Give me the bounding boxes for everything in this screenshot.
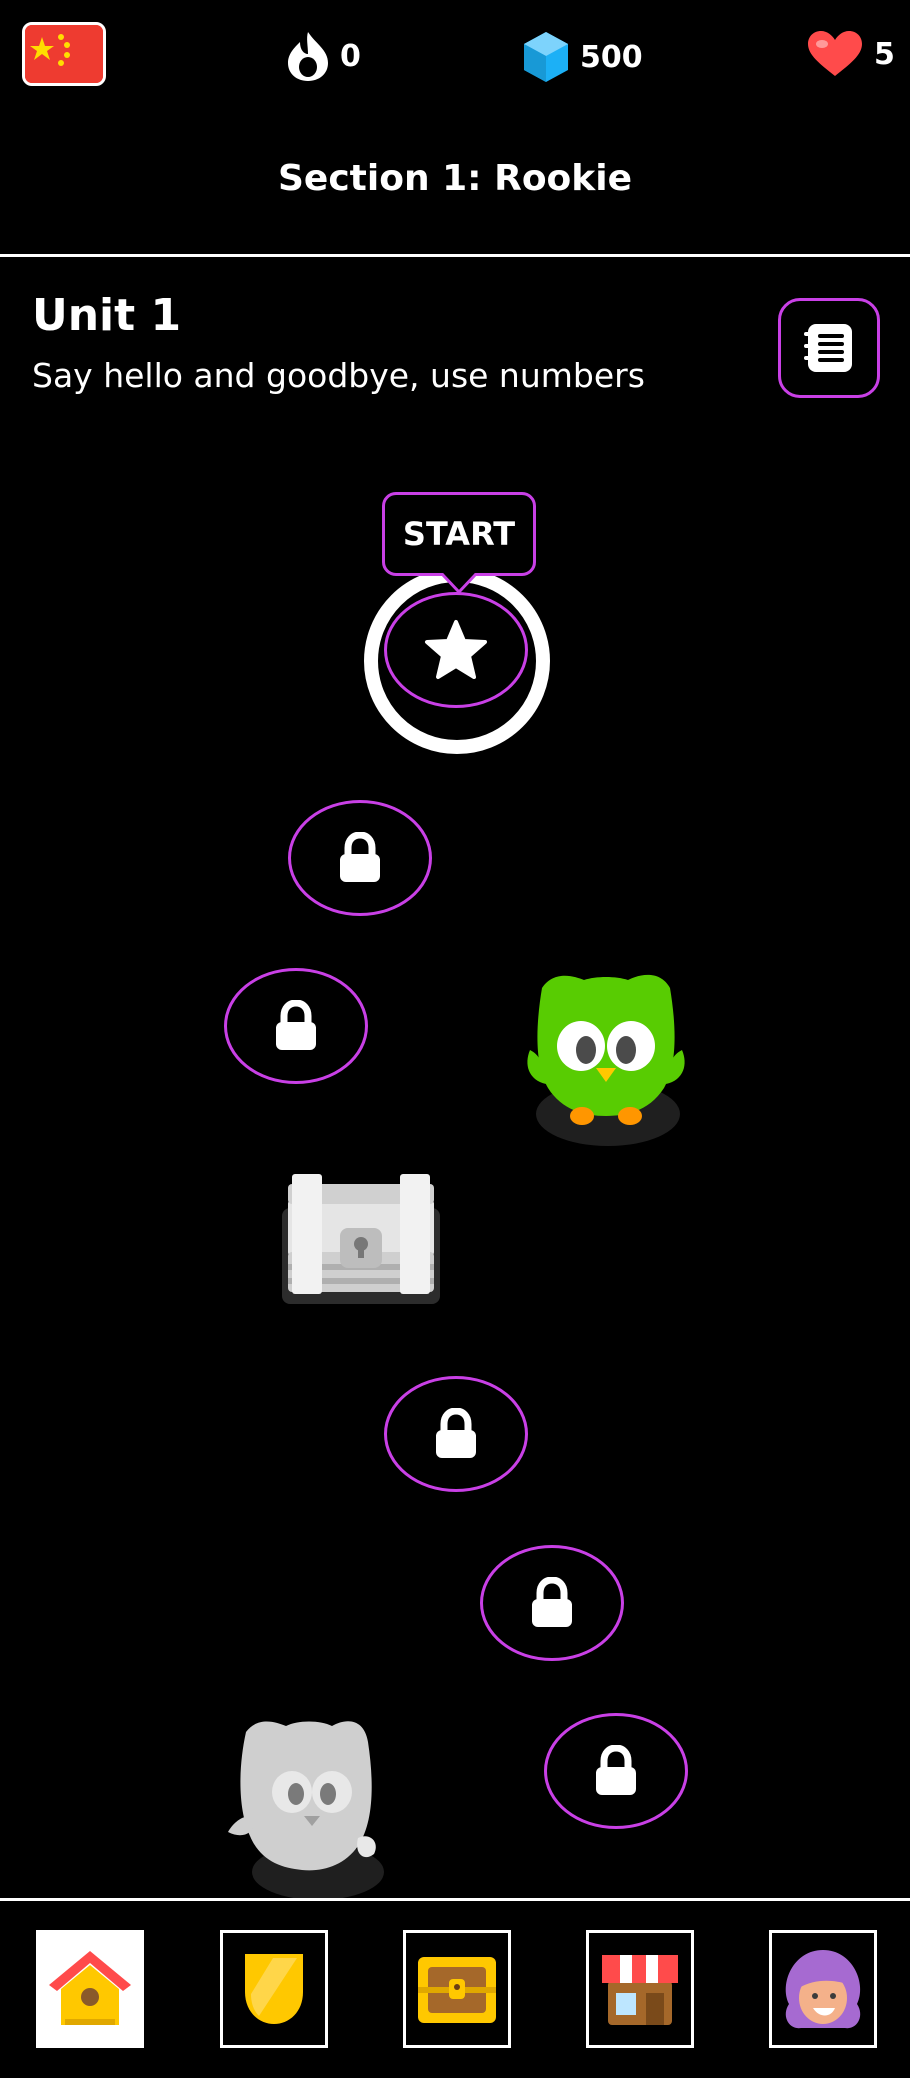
lock-icon [596,1745,636,1795]
lock-icon [340,832,380,882]
lock-icon [436,1408,476,1458]
lock-icon [276,1000,316,1050]
header-divider [0,254,910,257]
gems-value: 500 [580,39,643,75]
gems-counter[interactable]: 500 [522,30,643,84]
tabbar-divider [0,1898,910,1901]
shop-icon [602,1955,678,2025]
china-flag-icon [25,25,103,83]
start-label: START [402,515,516,553]
guidebook-button[interactable] [778,298,880,398]
lesson-node-start[interactable] [384,592,528,708]
lesson-node-locked[interactable] [288,800,432,916]
unit-subtitle: Say hello and goodbye, use numbers [32,356,645,395]
hearts-counter[interactable]: 5 [806,30,895,78]
treasure-chest-icon[interactable] [278,1168,444,1306]
star-icon [425,620,487,679]
home-icon [49,1951,131,2025]
section-title[interactable]: Section 1: Rookie [0,158,910,199]
tab-profile[interactable] [769,1930,877,2048]
heart-icon [808,31,862,76]
lesson-node-locked[interactable] [544,1713,688,1829]
tab-shop[interactable] [586,1930,694,2048]
lock-icon [532,1577,572,1627]
chest-icon [418,1957,496,2023]
streak-counter[interactable]: 0 [286,30,361,82]
language-flag-button[interactable] [22,22,106,86]
tab-quests[interactable] [403,1930,511,2048]
hearts-value: 5 [874,36,895,72]
shield-icon [245,1954,303,2024]
tab-leagues[interactable] [220,1930,328,2048]
lesson-node-locked[interactable] [224,968,368,1084]
tab-home[interactable] [36,1930,144,2048]
unit-title: Unit 1 [32,290,182,341]
lesson-node-locked[interactable] [480,1545,624,1661]
owl-mascot-icon [527,974,685,1146]
guidebook-icon [804,324,852,372]
streak-value: 0 [340,38,361,74]
flame-icon [288,32,328,81]
lesson-node-locked[interactable] [384,1376,528,1492]
gem-icon [524,32,568,82]
owl-mascot-gray-icon [228,1721,384,1898]
start-tooltip-pointer [442,572,476,594]
start-tooltip[interactable]: START [382,492,536,576]
avatar-icon [785,1950,861,2029]
